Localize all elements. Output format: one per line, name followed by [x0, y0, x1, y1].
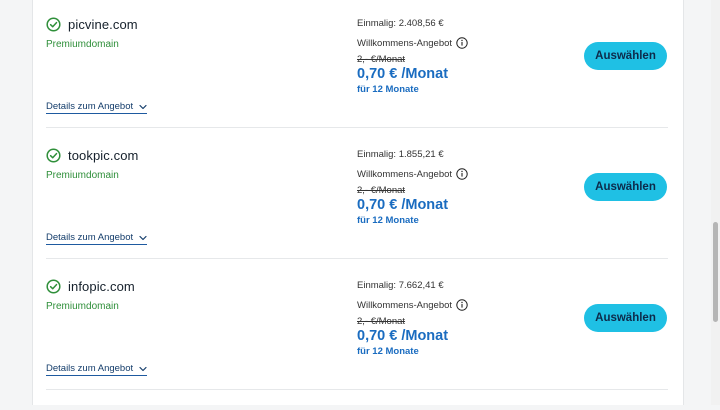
info-icon[interactable]	[456, 168, 468, 180]
details-label: Details zum Angebot	[46, 363, 134, 374]
welcome-label: Willkommens-Angebot	[357, 168, 453, 180]
domain-row: tookpic.com	[46, 148, 138, 163]
one-time-price: Einmalig: 1.855,21 €	[357, 149, 444, 160]
one-time-price: Einmalig: 7.662,41 €	[357, 280, 444, 291]
domain-row: picvine.com	[46, 17, 138, 32]
domain-name: picvine.com	[68, 17, 138, 32]
price-duration: für 12 Monate	[357, 215, 419, 226]
welcome-offer: Willkommens-Angebot	[357, 168, 468, 180]
price-duration: für 12 Monate	[357, 84, 419, 95]
info-icon[interactable]	[456, 299, 468, 311]
info-icon[interactable]	[456, 37, 468, 49]
domain-name: infopic.com	[68, 279, 135, 294]
new-price: 0,70 € /Monat	[357, 328, 449, 344]
domain-name: tookpic.com	[68, 148, 139, 163]
domain-row: infopic.com	[46, 279, 135, 294]
domain-offer-card: infopic.com Premiumdomain Details zum An…	[46, 279, 668, 410]
old-price: 2,- €/Monat	[357, 316, 406, 327]
check-circle-icon	[46, 148, 61, 163]
divider	[46, 127, 668, 128]
premium-badge: Premiumdomain	[46, 170, 119, 181]
old-price: 2,- €/Monat	[357, 185, 406, 196]
domain-offer-card: tookpic.com Premiumdomain Details zum An…	[46, 148, 668, 279]
details-link[interactable]: Details zum Angebot	[46, 363, 148, 376]
select-button[interactable]: Auswählen	[584, 173, 667, 201]
welcome-offer: Willkommens-Angebot	[357, 37, 468, 49]
details-link[interactable]: Details zum Angebot	[46, 101, 148, 114]
premium-badge: Premiumdomain	[46, 39, 119, 50]
chevron-down-icon	[139, 234, 147, 242]
old-price: 2,- €/Monat	[357, 54, 406, 65]
scrollbar-thumb[interactable]	[713, 222, 718, 322]
details-link[interactable]: Details zum Angebot	[46, 232, 148, 245]
price-duration: für 12 Monate	[357, 346, 419, 357]
chevron-down-icon	[139, 365, 147, 373]
details-label: Details zum Angebot	[46, 232, 134, 243]
check-circle-icon	[46, 17, 61, 32]
scrollbar[interactable]	[711, 0, 720, 405]
details-label: Details zum Angebot	[46, 101, 134, 112]
select-button[interactable]: Auswählen	[584, 304, 667, 332]
divider	[46, 389, 668, 390]
welcome-label: Willkommens-Angebot	[357, 299, 453, 311]
chevron-down-icon	[139, 103, 147, 111]
premium-badge: Premiumdomain	[46, 301, 119, 312]
welcome-offer: Willkommens-Angebot	[357, 299, 468, 311]
domain-offer-card: picvine.com Premiumdomain Details zum An…	[46, 17, 668, 148]
new-price: 0,70 € /Monat	[357, 66, 449, 82]
select-button[interactable]: Auswählen	[584, 42, 667, 70]
divider	[46, 258, 668, 259]
check-circle-icon	[46, 279, 61, 294]
one-time-price: Einmalig: 2.408,56 €	[357, 18, 444, 29]
new-price: 0,70 € /Monat	[357, 197, 449, 213]
welcome-label: Willkommens-Angebot	[357, 37, 453, 49]
